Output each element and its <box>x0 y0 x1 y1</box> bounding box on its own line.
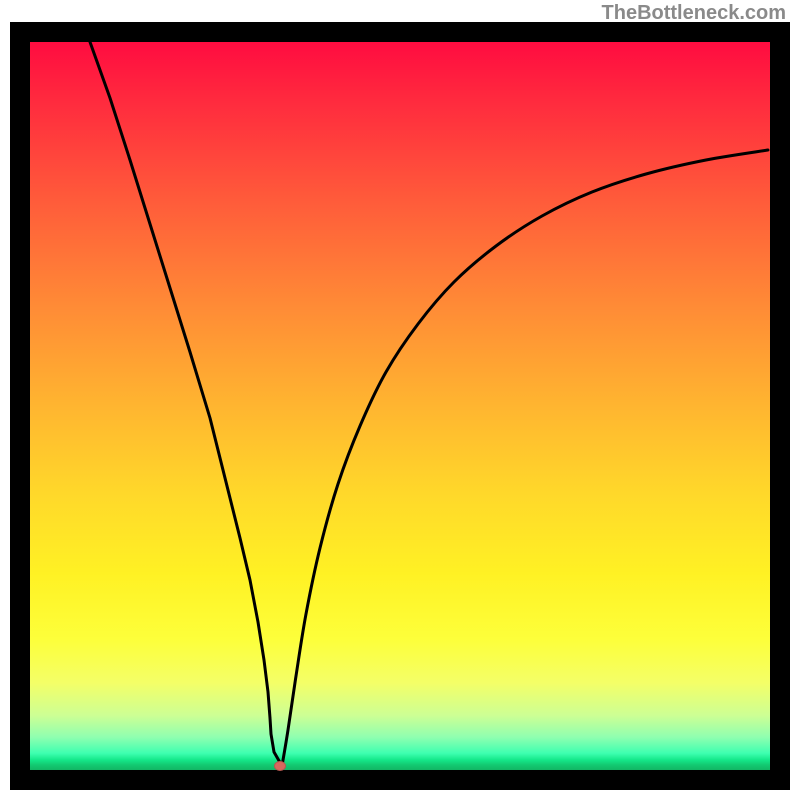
curve-left-branch <box>90 42 282 766</box>
chart-curve-layer <box>30 42 770 770</box>
attribution-text: TheBottleneck.com <box>602 2 786 25</box>
chart-frame <box>10 22 790 790</box>
curve-right-branch <box>282 150 768 766</box>
curve-minimum-marker <box>274 761 286 771</box>
